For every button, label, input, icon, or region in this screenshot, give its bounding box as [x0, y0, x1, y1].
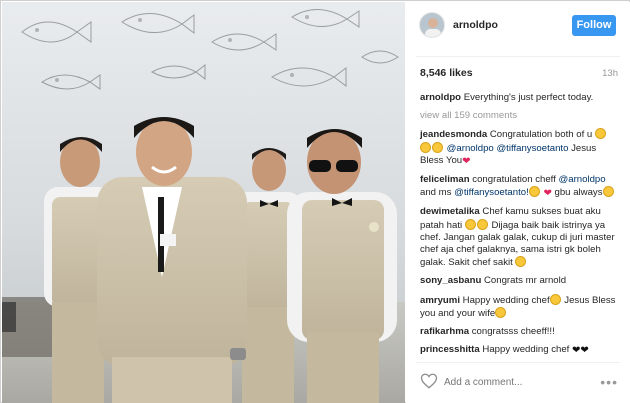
list-item: princesshitta Happy wedding chef ❤❤	[420, 344, 616, 357]
smile-emoji-icon	[528, 186, 540, 198]
smile-emoji-icon	[432, 141, 443, 153]
post-sidebar: arnoldpo Follow 8,546 likes 13h arnoldpo…	[406, 2, 630, 403]
comment-text: congratulation cheff	[472, 174, 556, 186]
caption: arnoldpo Everything's just perfect today…	[420, 92, 616, 104]
divider	[416, 362, 620, 363]
comment-text: congratsss cheeff!!!	[471, 326, 555, 338]
black-heart-emoji-icon: ❤❤	[572, 345, 589, 357]
post-age: 13h	[602, 68, 618, 79]
smile-emoji-icon	[420, 141, 431, 153]
list-item: feliceliman congratulation cheff @arnold…	[420, 174, 616, 200]
mention-link[interactable]: @tiffanysoetanto	[496, 143, 568, 154]
comment-username[interactable]: princesshitta	[420, 344, 480, 355]
caption-username[interactable]: arnoldpo	[420, 92, 461, 103]
smile-emoji-icon	[602, 186, 614, 198]
sad-emoji-icon	[476, 218, 488, 230]
comment-username[interactable]: feliceliman	[420, 174, 470, 185]
add-comment-input[interactable]	[444, 374, 594, 390]
view-all-comments-link[interactable]: view all 159 comments	[420, 110, 616, 122]
post-author-username[interactable]: arnoldpo	[453, 19, 498, 31]
comment-username[interactable]: sony_asbanu	[420, 275, 481, 286]
list-item: rafikarhma congratsss cheeff!!!	[420, 326, 616, 338]
heart-emoji-icon: ❤	[543, 188, 552, 200]
avatar[interactable]	[419, 12, 445, 38]
mention-link[interactable]: @arnoldpo	[447, 143, 494, 154]
smile-emoji-icon	[594, 128, 606, 140]
mention-link[interactable]: @arnoldpo	[559, 174, 606, 185]
comment-text: gbu always	[554, 187, 603, 199]
comment-text: Congrats mr arnold	[484, 275, 567, 287]
sad-emoji-icon	[464, 218, 476, 230]
groomsmen-photo-image	[2, 2, 405, 403]
sad-emoji-icon	[515, 256, 527, 268]
comment-username[interactable]: amryumi	[420, 295, 460, 306]
post-header: arnoldpo Follow	[406, 2, 630, 54]
comment-username[interactable]: jeandesmonda	[420, 129, 487, 140]
mention-link[interactable]: @tiffanysoetanto!	[454, 187, 529, 198]
more-options-icon[interactable]: •••	[600, 375, 618, 389]
likes-count[interactable]: 8,546 likes	[420, 67, 473, 79]
follow-button[interactable]: Follow	[572, 15, 616, 36]
post-photo[interactable]	[2, 2, 405, 403]
list-item: dewimetalika Chef kamu sukses buat aku p…	[420, 206, 616, 269]
divider	[416, 56, 620, 57]
comment-text: and ms	[420, 187, 452, 199]
heart-emoji-icon: ❤	[462, 155, 471, 167]
instagram-post-window: arnoldpo Follow 8,546 likes 13h arnoldpo…	[0, 0, 630, 403]
comment-text: Congratulation both of u	[489, 129, 593, 141]
comment-text: Happy wedding chef	[482, 344, 570, 356]
comment-text: Happy wedding chef	[462, 294, 550, 306]
smile-emoji-icon	[549, 293, 561, 305]
list-item: sony_asbanu Congrats mr arnold	[420, 275, 616, 287]
caption-text: Everything's just perfect today.	[463, 92, 594, 103]
heart-outline-icon[interactable]	[420, 372, 438, 390]
list-item: jeandesmonda Congratulation both of u @a…	[420, 128, 616, 168]
comment-username[interactable]: rafikarhma	[420, 326, 469, 337]
comments-feed: arnoldpo Everything's just perfect today…	[420, 92, 616, 363]
avatar-image	[420, 13, 444, 37]
list-item: amryumi Happy wedding chef Jesus Bless y…	[420, 293, 616, 320]
smile-emoji-icon	[495, 306, 507, 318]
comment-username[interactable]: dewimetalika	[420, 206, 480, 217]
